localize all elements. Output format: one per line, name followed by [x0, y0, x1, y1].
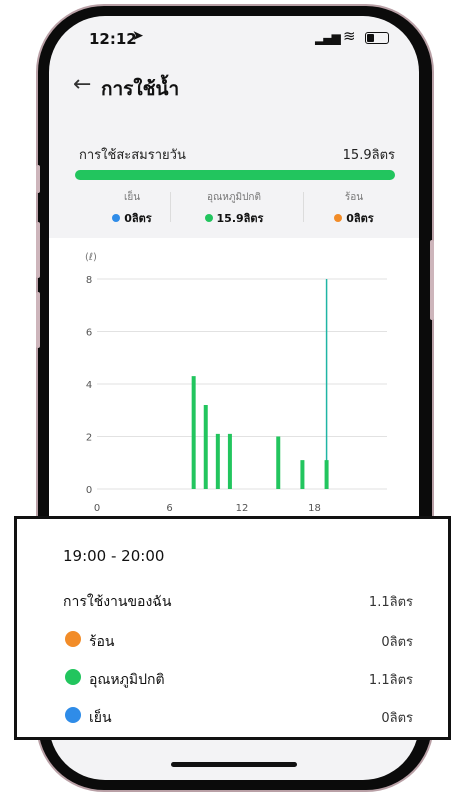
chart-bar — [276, 436, 281, 489]
popup-row-value: 1.1ลิตร — [368, 595, 413, 610]
hour-detail-popup: 19:00 - 20:00 การใช้งานของฉัน 1.1ลิตร ร้… — [14, 516, 451, 740]
daily-usage-progress-fill — [75, 170, 395, 180]
x-tick-label: 12 — [236, 503, 249, 514]
page-title: การใช้น้ำ — [101, 78, 180, 100]
location-icon: ➤ — [132, 28, 144, 44]
back-arrow-icon[interactable]: ← — [73, 72, 91, 97]
popup-row-cold: เย็น 0ลิตร — [63, 705, 413, 727]
y-tick-label: 8 — [86, 275, 92, 286]
x-tick-label: 6 — [166, 503, 172, 514]
segment-normal-label: อุณหภูมิปกติ — [207, 192, 261, 203]
segment-divider — [170, 192, 171, 222]
signal-icon: ▂▄▆ — [315, 31, 341, 45]
side-button-volume-up — [36, 222, 40, 278]
daily-usage-value: 15.9ลิตร — [342, 148, 395, 163]
daily-usage-progress-bar — [75, 170, 395, 180]
wifi-icon: ≋ — [343, 27, 356, 45]
y-tick-label: 6 — [86, 328, 92, 339]
segment-cold-value: 0ลิตร — [124, 212, 152, 225]
segment-normal: อุณหภูมิปกติ 15.9ลิตร — [181, 190, 287, 227]
chart-bar — [215, 433, 220, 489]
chart-bar — [324, 460, 329, 489]
home-indicator[interactable] — [171, 762, 297, 767]
segment-hot-label: ร้อน — [344, 192, 364, 203]
side-button-power — [430, 240, 434, 320]
normal-dot-icon — [204, 214, 213, 222]
y-tick-label: 0 — [86, 485, 92, 496]
chart-bar — [300, 460, 305, 489]
segment-hot: ร้อน 0ลิตร — [301, 190, 407, 227]
hourly-usage-chart-svg: (ℓ) 0 2 4 6 8 0 6 12 18 — [85, 252, 387, 514]
daily-usage-label: การใช้สะสมรายวัน — [79, 148, 186, 163]
popup-row-label: เย็น — [89, 710, 112, 726]
popup-time-range: 19:00 - 20:00 — [63, 547, 165, 565]
side-button-silent — [36, 165, 40, 193]
segment-hot-value: 0ลิตร — [346, 212, 374, 225]
chart-bar — [227, 433, 232, 489]
popup-row-label: อุณหภูมิปกติ — [89, 672, 165, 688]
y-tick-label: 4 — [86, 380, 92, 391]
hot-dot-icon — [65, 631, 81, 647]
daily-usage-summary: การใช้สะสมรายวัน 15.9ลิตร เย็น 0ลิตร อุณ… — [49, 128, 419, 236]
cold-dot-icon — [112, 214, 121, 222]
chart-bar — [203, 405, 208, 489]
y-tick-label: 2 — [86, 433, 92, 444]
popup-row-value: 1.1ลิตร — [368, 673, 413, 688]
normal-dot-icon — [65, 669, 81, 685]
x-tick-label: 18 — [308, 503, 321, 514]
page-header: ← การใช้น้ำ — [49, 72, 419, 112]
popup-row-normal: อุณหภูมิปกติ 1.1ลิตร — [63, 667, 413, 689]
popup-row-value: 0ลิตร — [381, 711, 413, 726]
cold-dot-icon — [65, 707, 81, 723]
hot-dot-icon — [334, 214, 343, 222]
hour-detail-card: 19:00 - 20:00 การใช้งานของฉัน 1.1ลิตร ร้… — [43, 527, 431, 737]
y-unit-label: (ℓ) — [85, 252, 97, 263]
popup-row-label: ร้อน — [89, 634, 115, 650]
chart-bar — [191, 376, 196, 489]
battery-icon — [365, 32, 389, 44]
hourly-usage-chart: (ℓ) 0 2 4 6 8 0 6 12 18 — [49, 238, 419, 528]
popup-row-my-usage: การใช้งานของฉัน 1.1ลิตร — [63, 589, 413, 611]
status-time: 12:12 — [89, 30, 137, 48]
status-bar: 12:12 ➤ ▂▄▆ ≋ — [49, 16, 419, 56]
x-tick-label: 0 — [94, 503, 100, 514]
side-button-volume-down — [36, 292, 40, 348]
popup-row-label: การใช้งานของฉัน — [63, 594, 172, 610]
popup-row-value: 0ลิตร — [381, 635, 413, 650]
segment-normal-value: 15.9ลิตร — [216, 212, 264, 225]
popup-row-hot: ร้อน 0ลิตร — [63, 629, 413, 651]
